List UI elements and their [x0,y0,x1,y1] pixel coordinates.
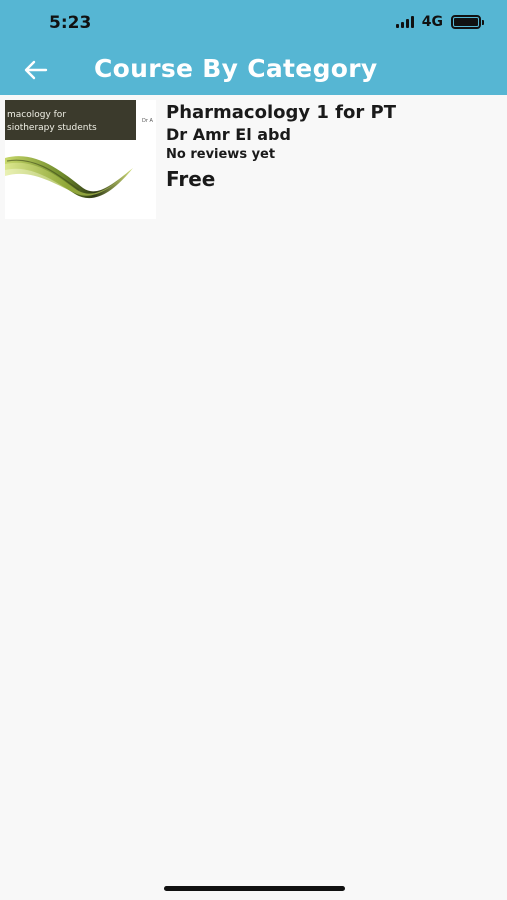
thumbnail-author: Dr A [142,118,153,124]
course-reviews: No reviews yet [166,147,276,162]
network-label: 4G [421,14,443,30]
course-card[interactable]: macology for siotherapy students Dr A Ph… [5,100,502,220]
leaf-swirl-image [5,156,133,199]
status-time: 5:23 [49,13,92,33]
status-indicators: 4G [395,14,484,30]
signal-icon [395,16,414,28]
battery-icon [451,15,484,29]
back-button[interactable] [22,57,50,83]
course-title: Pharmacology 1 for PT [166,102,396,123]
course-instructor: Dr Amr El abd [166,125,291,144]
course-thumbnail: macology for siotherapy students Dr A [5,100,156,219]
home-indicator[interactable] [164,886,345,891]
course-info: Pharmacology 1 for PT Dr Amr El abd No r… [166,100,396,193]
page-title: Course By Category [94,54,378,83]
course-price: Free [166,167,216,191]
top-bar: 5:23 4G Course By Category [0,0,507,95]
thumbnail-band: macology for siotherapy students [5,100,136,140]
arrow-left-icon [24,60,48,80]
thumbnail-text: macology for [7,110,67,120]
thumbnail-text: siotherapy students [7,123,97,133]
